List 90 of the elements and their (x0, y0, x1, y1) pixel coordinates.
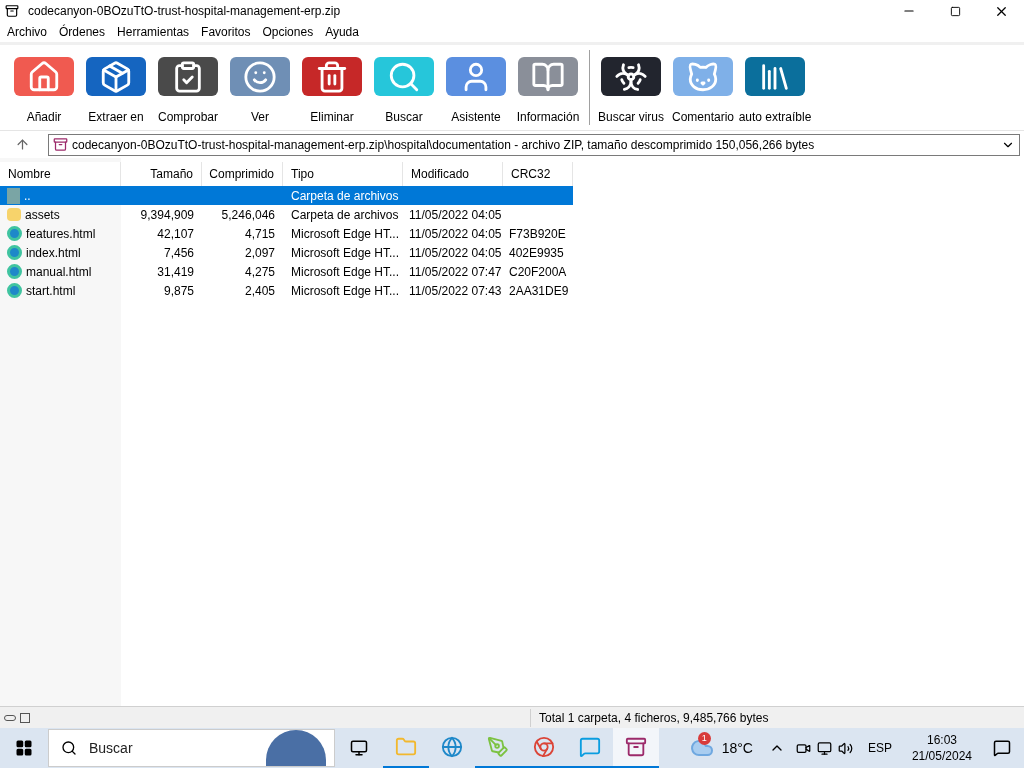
books-icon (745, 57, 805, 96)
windows-logo-icon (15, 739, 33, 757)
date-text: 11/05/2022 04:05 (409, 226, 502, 241)
date-text: 11/05/2022 07:47 (409, 264, 502, 279)
type-text: Microsoft Edge HT... (291, 226, 400, 241)
file-name: start.html (26, 282, 76, 300)
globe-icon (441, 736, 463, 758)
biohazard-icon (601, 57, 661, 96)
search-box[interactable]: Buscar (48, 729, 335, 767)
date-text: 11/05/2022 04:05 (409, 207, 502, 222)
address-field[interactable]: codecanyon-0BOzuTtO-trust-hospital-management-erp.zip\hospital\documentation - archivo ZIP, tamaño descomprimido 150,056,266 bytes (48, 133, 1020, 156)
size-text: 42,107 (157, 226, 194, 241)
type-text: Microsoft Edge HT... (291, 245, 400, 260)
chrome-icon (533, 736, 555, 758)
search-icon (374, 57, 434, 96)
type-text: Microsoft Edge HT... (291, 264, 400, 279)
date-text: 11/05/2022 07:43 (409, 283, 502, 298)
file-name: features.html (26, 225, 96, 243)
size-text: 31,419 (157, 264, 194, 279)
window-title: codecanyon-0BOzuTtO-trust-hospital-management-erp.zip (28, 3, 342, 20)
search-field[interactable]: Buscar (89, 737, 239, 759)
notification-badge: 1 (697, 732, 711, 745)
crc-text: F73B920E (509, 226, 566, 241)
menu-item[interactable]: Ayuda (319, 23, 365, 41)
column-header[interactable]: Nombre (0, 162, 121, 186)
face-icon (230, 57, 290, 96)
packed-size-text: 5,246,046 (221, 207, 275, 222)
search-icon (61, 740, 77, 756)
file-row[interactable]: assets 9,394,909 5,246,046 Carpeta de archivos 11/05/2022 04:05 (0, 205, 573, 224)
menu-item[interactable]: Favoritos (195, 23, 257, 41)
toolbar-button[interactable]: Información (512, 45, 584, 130)
toolbar-button[interactable]: Comprobar (152, 45, 224, 130)
toolbar-button[interactable]: Eliminar (296, 45, 368, 130)
packed-size-text: 4,715 (244, 226, 275, 241)
packed-size-text: 2,097 (244, 245, 275, 260)
menu-item[interactable]: Archivo (1, 23, 53, 41)
toolbar-button[interactable]: Añadir (8, 45, 80, 130)
toolbar-button[interactable]: Ver (224, 45, 296, 130)
file-name: manual.html (26, 263, 92, 281)
clock[interactable]: 16:03 21/05/2024 (903, 732, 980, 764)
status-text: Total 1 carpeta, 4 ficheros, 9,485,766 bytes (530, 708, 769, 727)
file-name: index.html (26, 244, 81, 262)
file-row[interactable]: index.html 7,456 2,097 Microsoft Edge HT... 11/05/2022 04:05 402E9935 (0, 243, 573, 262)
toolbar-button[interactable]: Comentario (667, 45, 739, 130)
menu-item[interactable]: Opciones (256, 23, 320, 41)
crc-text: 402E9935 (509, 245, 564, 260)
drive-icon (4, 714, 16, 721)
network-icon[interactable] (816, 740, 832, 756)
toolbar-button[interactable]: auto extraíble (739, 45, 811, 130)
notification-icon (993, 739, 1011, 757)
parent-folder-icon (7, 187, 20, 204)
toolbar-button[interactable]: Asistente (440, 45, 512, 130)
taskbar-app[interactable] (613, 728, 659, 768)
file-name: assets (25, 206, 60, 224)
pen-icon (487, 736, 509, 758)
menu-item[interactable]: Herramientas (111, 23, 196, 41)
file-row[interactable]: .. Carpeta de archivos (0, 186, 573, 205)
size-text: 7,456 (163, 245, 194, 260)
size-text: 9,875 (163, 283, 194, 298)
file-name: .. (24, 187, 31, 205)
packed-size-text: 2,405 (244, 283, 275, 298)
crc-text: C20F200A (509, 264, 567, 279)
crc-text: 2AA31DE9 (509, 283, 569, 298)
file-row[interactable]: manual.html 31,419 4,275 Microsoft Edge HT... 11/05/2022 07:47 C20F200A (0, 262, 573, 281)
trash-icon (302, 57, 362, 96)
size-text: 9,394,909 (140, 207, 194, 222)
file-row[interactable]: start.html 9,875 2,405 Microsoft Edge HT... 11/05/2022 07:43 2AA31DE9 (0, 281, 573, 300)
type-text: Carpeta de archivos (291, 207, 399, 222)
menu-item[interactable]: Órdenes (53, 23, 112, 41)
packed-size-text: 4,275 (244, 264, 275, 279)
volume-icon[interactable] (837, 740, 853, 756)
date-text: 11/05/2022 04:05 (409, 245, 502, 260)
language-indicator[interactable]: ESP (867, 739, 892, 757)
toolbar-button[interactable]: Buscar (368, 45, 440, 130)
app-icon (5, 4, 19, 18)
archive-icon (53, 137, 68, 152)
archive-icon (625, 736, 647, 758)
file-row[interactable]: features.html 42,107 4,715 Microsoft Edge HT... 11/05/2022 04:05 F73B920E (0, 224, 573, 243)
lock-icon (20, 712, 30, 723)
book-icon (518, 57, 578, 96)
search-highlight-picture (266, 730, 326, 766)
type-text: Carpeta de archivos (291, 188, 399, 203)
toolbar-button[interactable]: Buscar virus (595, 45, 667, 130)
chat-icon (579, 736, 601, 758)
maximize-icon (949, 5, 961, 17)
task-view-icon (350, 739, 368, 757)
folder-icon (395, 736, 417, 758)
type-text: Microsoft Edge HT... (291, 283, 400, 298)
toolbar-button[interactable]: Extraer en (80, 45, 152, 130)
folder-icon (7, 208, 21, 221)
